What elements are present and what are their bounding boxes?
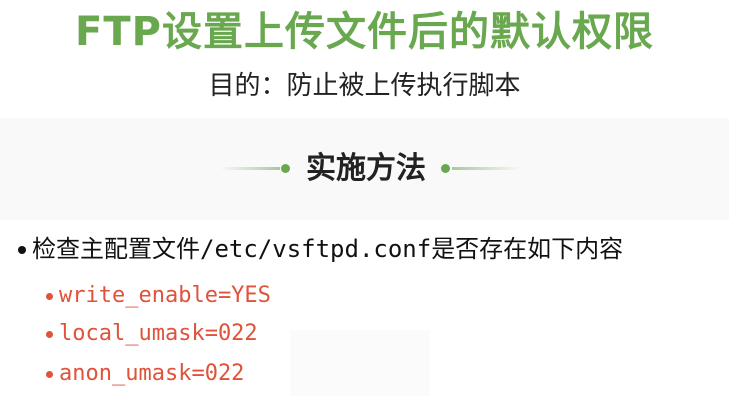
bullet-icon <box>18 246 26 254</box>
bullet-icon <box>46 292 53 300</box>
bullet-icon <box>46 370 53 378</box>
bullet-icon <box>46 330 53 338</box>
divider-dot-icon <box>281 164 290 173</box>
section-heading: 实施方法 <box>306 151 426 186</box>
slide-subtitle: 目的：防止被上传执行脚本 <box>208 71 521 101</box>
config-item-text: write_enable=YES <box>59 283 271 308</box>
config-item-text: local_umask=022 <box>59 321 258 346</box>
config-item: write_enable=YES <box>46 280 271 312</box>
background-shade <box>290 330 430 396</box>
section-divider-left <box>220 167 280 170</box>
slide: FTP设置上传文件后的默认权限 目的：防止被上传执行脚本 实施方法 检查主配置文… <box>0 0 729 401</box>
config-item-text: anon_umask=022 <box>59 361 245 386</box>
section-divider-right <box>452 167 522 170</box>
main-bullet: 检查主配置文件/etc/vsftpd.conf是否存在如下内容 <box>18 232 623 266</box>
section-header: 实施方法 <box>0 146 729 190</box>
config-file-path: /etc/vsftpd.conf <box>200 235 432 263</box>
config-item: local_umask=022 <box>46 318 258 350</box>
divider-dot-icon <box>441 164 450 173</box>
slide-title: FTP设置上传文件后的默认权限 <box>75 9 654 55</box>
main-bullet-suffix: 是否存在如下内容 <box>431 235 624 263</box>
config-item: anon_umask=022 <box>46 358 244 390</box>
main-bullet-prefix: 检查主配置文件 <box>32 235 200 263</box>
